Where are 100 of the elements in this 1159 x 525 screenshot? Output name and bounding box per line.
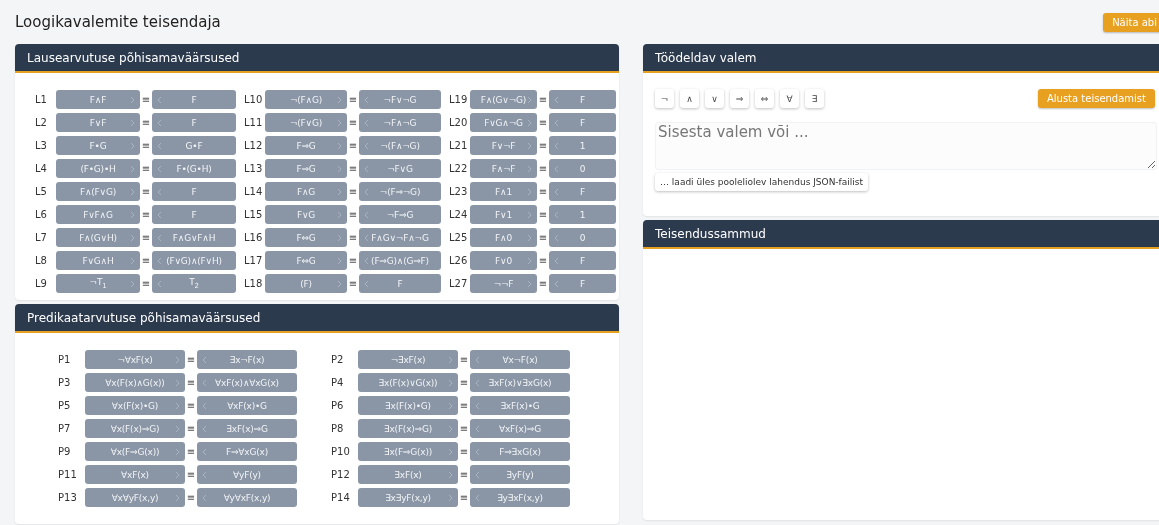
formula-button[interactable]: F⇒G (265, 136, 347, 155)
formula-button[interactable]: ∀x(F⇒G(x)) (85, 442, 185, 461)
upload-button[interactable]: … laadi üles pooleliolev lahendus JSON-failist (655, 173, 868, 191)
formula-button[interactable]: 0 (549, 159, 616, 178)
symbol-button[interactable]: ⇔ (755, 89, 774, 108)
symbol-button[interactable]: ∀ (780, 89, 799, 108)
formula-button[interactable]: ∃xF(x)⇒G (197, 419, 297, 438)
formula-button[interactable]: F•(G•H) (152, 159, 236, 178)
formula-button[interactable]: (F⇒G)∧(G⇒F) (359, 251, 441, 270)
symbol-button[interactable]: ∃ (805, 89, 824, 108)
formula-button[interactable]: ∃x∃yF(x,y) (358, 488, 458, 507)
formula-button[interactable]: ¬F∧¬G (359, 113, 441, 132)
formula-button[interactable]: G•F (152, 136, 236, 155)
formula-button[interactable]: ¬F⇒G (359, 205, 441, 224)
formula-button[interactable]: ∃x¬F(x) (197, 350, 297, 369)
formula-button[interactable]: ∀x∀yF(x,y) (85, 488, 185, 507)
formula-button[interactable]: ∀x(F(x)•G) (85, 396, 185, 415)
formula-button[interactable]: F (549, 90, 616, 109)
formula-button[interactable]: F∧(G∨¬G) (470, 90, 537, 109)
formula-button[interactable]: F⇒G (265, 159, 347, 178)
formula-button[interactable]: F (549, 251, 616, 270)
formula-button[interactable]: ∃x(F(x)⇒G) (358, 419, 458, 438)
formula-button[interactable]: ¬∃xF(x) (358, 350, 458, 369)
formula-button[interactable]: F∧¬F (470, 159, 537, 178)
symbol-button[interactable]: ∨ (705, 89, 724, 108)
formula-button[interactable]: F (359, 274, 441, 293)
section-header: Teisendussammud (643, 220, 1159, 249)
formula-button[interactable]: F (549, 274, 616, 293)
symbol-button[interactable]: ⇒ (730, 89, 749, 108)
formula-button[interactable]: F (152, 90, 236, 109)
formula-button[interactable]: ∃xF(x)∨∃xG(x) (470, 373, 570, 392)
formula-button[interactable]: ∀yF(y) (197, 465, 297, 484)
formula-button[interactable]: F∧G∨F∧H (152, 228, 236, 247)
formula-button[interactable]: ∃yF(y) (470, 465, 570, 484)
formula-button[interactable]: ∃xF(x) (358, 465, 458, 484)
formula-button[interactable]: ∃x(F(x)•G) (358, 396, 458, 415)
formula-button[interactable]: F (152, 205, 236, 224)
formula-button[interactable]: F∨0 (470, 251, 537, 270)
formula-button[interactable]: ∀xF(x)⇒G (470, 419, 570, 438)
formula-button[interactable]: T$_{2}$ (152, 274, 236, 293)
formula-button[interactable]: ¬¬F (470, 274, 537, 293)
formula-button[interactable]: F (549, 113, 616, 132)
formula-button[interactable]: ∃xF(x)•G (470, 396, 570, 415)
formula-button[interactable]: F (152, 182, 236, 201)
formula-button[interactable]: F (549, 182, 616, 201)
formula-button[interactable]: ¬F∨G (359, 159, 441, 178)
formula-button[interactable]: (F∨G)∧(F∨H) (152, 251, 236, 270)
formula-button[interactable]: (F) (265, 274, 347, 293)
formula-button[interactable]: ∀x¬F(x) (470, 350, 570, 369)
formula-button[interactable]: ∀xF(x)∧∀xG(x) (197, 373, 297, 392)
formula-button[interactable]: 1 (549, 205, 616, 224)
help-button[interactable]: Näita abi (1103, 12, 1159, 32)
formula-button[interactable]: ¬T$_{1}$ (56, 274, 140, 293)
formula-button[interactable]: 1 (549, 136, 616, 155)
formula-button[interactable]: ∀x(F(x)∧G(x)) (85, 373, 185, 392)
formula-button[interactable]: ∃y∃xF(x,y) (470, 488, 570, 507)
formula-button[interactable]: ∀xF(x) (85, 465, 185, 484)
formula-button[interactable]: F∨F (56, 113, 140, 132)
formula-button[interactable]: ¬F∨¬G (359, 90, 441, 109)
symbol-button[interactable]: ¬ (655, 89, 674, 108)
formula-button[interactable]: ¬∀xF(x) (85, 350, 185, 369)
formula-button[interactable]: F∧(F∨G) (56, 182, 140, 201)
formula-button[interactable]: F⇔G (265, 228, 347, 247)
formula-button[interactable]: ∃x(F(x)∨G(x)) (358, 373, 458, 392)
formula-button[interactable]: ∀y∀xF(x,y) (197, 488, 297, 507)
formula-button[interactable]: ¬(F⇒¬G) (359, 182, 441, 201)
formula-button[interactable]: F∨¬F (470, 136, 537, 155)
start-button[interactable]: Alusta teisendamist (1037, 89, 1155, 108)
law-label: L23 (449, 186, 469, 197)
formula-button[interactable]: F•G (56, 136, 140, 155)
equivalence-sign: ≡ (185, 354, 197, 365)
formula-button[interactable]: F∧F (56, 90, 140, 109)
formula-button[interactable]: ¬(F∧¬G) (359, 136, 441, 155)
law-label: L16 (244, 232, 264, 243)
formula-button[interactable]: F∨G (265, 205, 347, 224)
formula-button[interactable]: F⇒∃xG(x) (470, 442, 570, 461)
formula-button[interactable]: F∨G∧H (56, 251, 140, 270)
law-label: L5 (35, 186, 48, 197)
formula-button[interactable]: ¬(F∧G) (265, 90, 347, 109)
formula-input[interactable]: Sisesta valem või ... (655, 122, 1157, 170)
formula-button[interactable]: F∨G∧¬G (470, 113, 537, 132)
formula-button[interactable]: F⇔G (265, 251, 347, 270)
formula-button[interactable]: F⇒∀xG(x) (197, 442, 297, 461)
formula-button[interactable]: F∨F∧G (56, 205, 140, 224)
formula-button[interactable]: ∃x(F⇒G(x)) (358, 442, 458, 461)
formula-button[interactable]: ∀x(F(x)⇒G) (85, 419, 185, 438)
formula-button[interactable]: F∨1 (470, 205, 537, 224)
formula-button[interactable]: F∧0 (470, 228, 537, 247)
formula-button[interactable]: F∧(G∨H) (56, 228, 140, 247)
formula-button[interactable]: 0 (549, 228, 616, 247)
formula-button[interactable]: F∧G (265, 182, 347, 201)
formula-button[interactable]: ¬(F∨G) (265, 113, 347, 132)
formula-button[interactable]: F (152, 113, 236, 132)
formula-button[interactable]: (F•G)•H (56, 159, 140, 178)
equivalence-sign: ≡ (185, 469, 197, 480)
formula-button[interactable]: ∀xF(x)•G (197, 396, 297, 415)
symbol-button[interactable]: ∧ (680, 89, 699, 108)
equivalence-sign: ≡ (458, 400, 470, 411)
formula-button[interactable]: F∧1 (470, 182, 537, 201)
formula-button[interactable]: F∧G∨¬F∧¬G (359, 228, 441, 247)
